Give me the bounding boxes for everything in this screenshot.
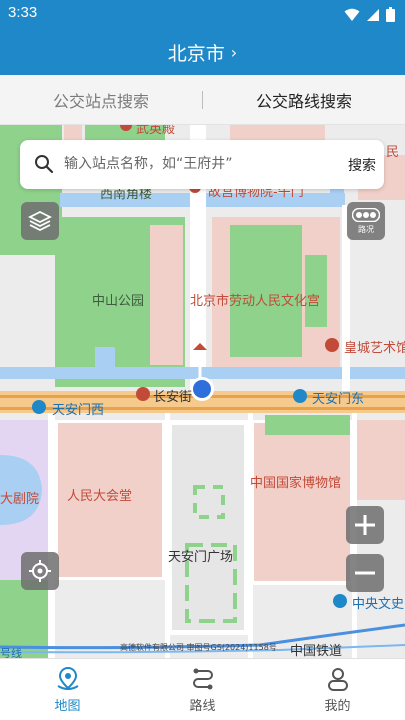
- search-button[interactable]: 搜索: [342, 140, 382, 189]
- bottom-nav: 地图 路线 我的: [0, 658, 405, 720]
- battery-icon: [386, 7, 395, 22]
- signal-icon: [367, 8, 379, 21]
- wifi-icon: [344, 8, 360, 21]
- nav-map[interactable]: 地图: [0, 659, 135, 720]
- route-icon: [192, 668, 213, 690]
- map-label: 皇城艺术馆: [344, 341, 405, 356]
- city-title: 北京市: [167, 43, 225, 65]
- map-copyright: 高德软件有限公司 审图号GS(2024)1158号: [120, 643, 277, 652]
- status-time: 3:33: [8, 4, 38, 21]
- map-label: 中央文史: [352, 597, 405, 612]
- poi-marker[interactable]: [333, 594, 347, 608]
- tab-route-search[interactable]: 公交路线搜索: [203, 75, 405, 125]
- city-selector[interactable]: 北京市 ›: [0, 30, 405, 75]
- nav-mine[interactable]: 我的: [270, 659, 405, 720]
- map-view[interactable]: 武英殿 民 西南角楼 故宫博物院-午门 中山公园 北京市劳动人民文化宫 皇城艺术…: [0, 125, 405, 658]
- nav-route[interactable]: 路线: [135, 659, 270, 720]
- map-pin-icon: [56, 666, 79, 690]
- metro-marker[interactable]: [32, 400, 46, 414]
- map-label: 大剧院: [0, 492, 40, 507]
- plus-icon: [355, 515, 375, 535]
- map-label: 天安门广场: [168, 550, 234, 565]
- tab-station-search[interactable]: 公交站点搜索: [0, 75, 202, 125]
- poi-marker[interactable]: [325, 338, 339, 352]
- current-location-marker: [193, 380, 211, 398]
- nav-map-label: 地图: [54, 699, 81, 714]
- zoom-out-button[interactable]: [346, 554, 384, 592]
- map-label: 中国铁道: [290, 644, 343, 658]
- map-label: 北京市劳动人民文化宫: [190, 294, 321, 309]
- map-label: 中山公园: [92, 294, 145, 309]
- search-bar: 搜索: [20, 140, 384, 189]
- status-icons: [344, 7, 395, 22]
- zoom-in-button[interactable]: [346, 506, 384, 544]
- traffic-button[interactable]: 路况: [347, 202, 385, 240]
- metro-marker[interactable]: [293, 389, 307, 403]
- minus-icon: [355, 571, 375, 575]
- locate-icon: [29, 560, 51, 582]
- layers-icon: [28, 210, 52, 232]
- map-label: 武英殿: [136, 125, 176, 137]
- traffic-icon: [352, 207, 380, 222]
- layers-button[interactable]: [21, 202, 59, 240]
- map-label: 民: [386, 145, 400, 160]
- poi-marker[interactable]: [136, 387, 150, 401]
- map-label: 长安街: [153, 390, 193, 405]
- search-input[interactable]: [64, 150, 314, 178]
- traffic-label: 路况: [358, 224, 374, 234]
- status-bar: 3:33: [0, 0, 405, 30]
- nav-mine-label: 我的: [324, 699, 351, 714]
- search-icon: [35, 155, 54, 174]
- tab-bar: 公交站点搜索 公交路线搜索: [0, 75, 405, 125]
- map-label: 人民大会堂: [67, 489, 133, 504]
- map-label: 天安门西: [52, 403, 105, 418]
- map-label: 号线: [0, 647, 22, 658]
- chevron-right-icon: ›: [230, 43, 238, 62]
- map-label: 中国国家博物馆: [250, 476, 342, 491]
- locate-button[interactable]: [21, 552, 59, 590]
- nav-route-label: 路线: [189, 699, 216, 714]
- map-label: 天安门东: [312, 392, 365, 407]
- user-icon: [327, 668, 348, 691]
